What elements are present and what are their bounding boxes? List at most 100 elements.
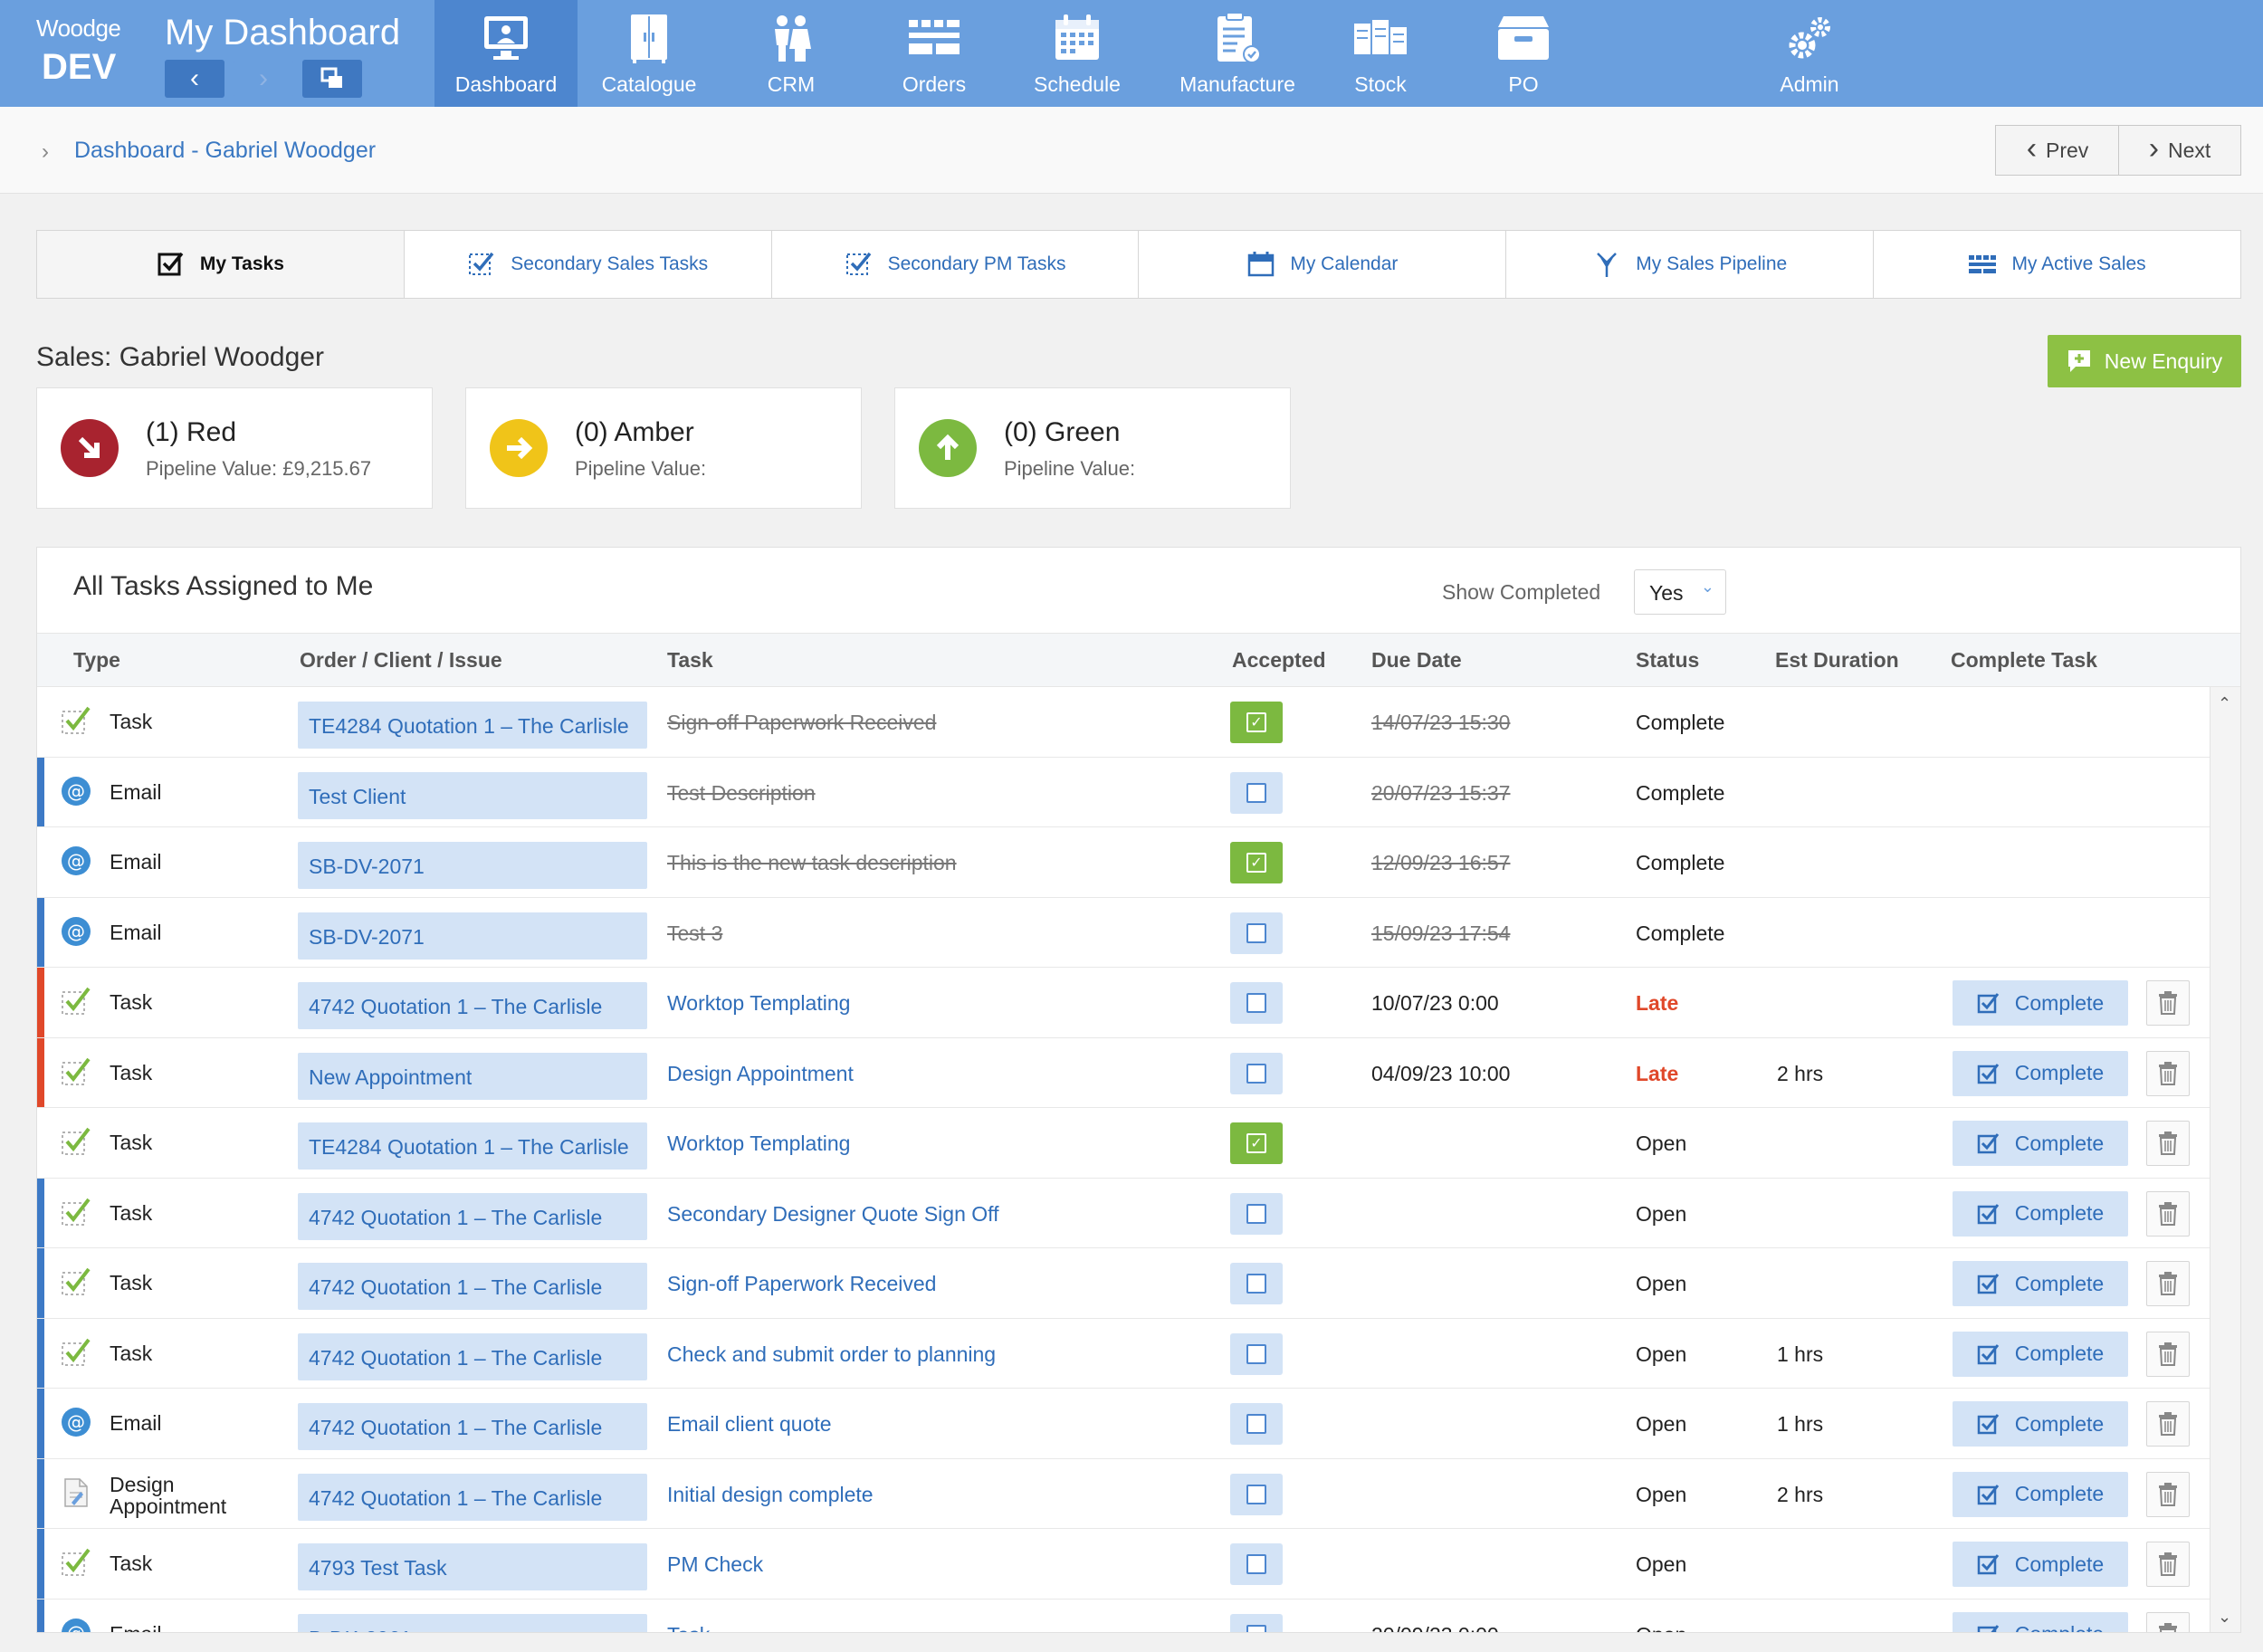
accepted-checkbox[interactable]: ✓ — [1230, 702, 1283, 743]
complete-task-button[interactable]: Complete — [1953, 1331, 2128, 1377]
complete-task-button[interactable]: Complete — [1953, 1050, 2128, 1096]
column-header-type[interactable]: Type — [73, 648, 120, 673]
delete-task-button[interactable] — [2146, 1121, 2190, 1166]
order-link[interactable]: B-DK-2061 — [298, 1613, 647, 1632]
accepted-checkbox[interactable] — [1230, 1473, 1283, 1515]
delete-task-button[interactable] — [2146, 1261, 2190, 1306]
summary-card-red[interactable]: (1) Red Pipeline Value: £9,215.67 — [36, 387, 433, 509]
table-row[interactable]: Task 4742 Quotation 1 – The Carlisle Secon… — [37, 1178, 2210, 1248]
task-link[interactable]: Initial design complete — [667, 1483, 874, 1507]
delete-task-button[interactable] — [2146, 1190, 2190, 1237]
complete-task-button[interactable]: Complete — [1953, 1611, 2128, 1632]
column-header-complete-task[interactable]: Complete Task — [1951, 648, 2097, 673]
breadcrumb[interactable]: Dashboard - Gabriel Woodger — [74, 138, 376, 164]
tab-my-calendar[interactable]: My Calendar — [1138, 231, 1505, 298]
table-row[interactable]: @ Email SB-DV-2071 Test 3 15/09/23 17:54 Comp… — [37, 897, 2210, 968]
accepted-checkbox[interactable] — [1230, 771, 1283, 814]
order-link[interactable]: TE4284 Quotation 1 – The Carlisle — [298, 702, 647, 749]
table-row[interactable]: Design Appointment 4742 Quotation 1 – The… — [37, 1458, 2210, 1529]
task-link[interactable]: PM Check — [667, 1552, 763, 1577]
table-row[interactable]: @ Email B-DK-2061 Task 20/09/23 0:00 Open Comp… — [37, 1599, 2210, 1633]
task-link[interactable]: Secondary Designer Quote Sign Off — [667, 1202, 999, 1227]
column-header-status[interactable]: Status — [1636, 648, 1699, 673]
nav-item-catalogue[interactable]: Catalogue — [578, 0, 721, 107]
table-row[interactable]: Task New Appointment Design Appointment 04/… — [37, 1037, 2210, 1108]
column-header-task[interactable]: Task — [667, 648, 713, 673]
table-row[interactable]: @ Email SB-DV-2071 This is the new task des… — [37, 827, 2210, 898]
delete-task-button[interactable] — [2146, 1611, 2190, 1632]
order-link[interactable]: SB-DV-2071 — [298, 842, 647, 889]
complete-task-button[interactable]: Complete — [1953, 1121, 2128, 1166]
delete-task-button[interactable] — [2146, 1471, 2190, 1517]
new-window-button[interactable] — [302, 60, 362, 98]
next-button[interactable]: › Next — [2118, 125, 2241, 176]
accepted-checkbox[interactable] — [1230, 1543, 1283, 1585]
accepted-checkbox[interactable] — [1230, 1263, 1283, 1304]
order-link[interactable]: 4793 Test Task — [298, 1543, 647, 1590]
order-link[interactable]: 4742 Quotation 1 – The Carlisle — [298, 1403, 647, 1450]
delete-task-button[interactable] — [2146, 1401, 2190, 1447]
task-link[interactable]: Task — [667, 1623, 710, 1633]
delete-task-button[interactable] — [2146, 1050, 2190, 1096]
nav-item-crm[interactable]: CRM — [720, 0, 863, 107]
accepted-checkbox[interactable] — [1230, 1332, 1283, 1375]
table-row[interactable]: Task TE4284 Quotation 1 – The Carlisle Sig… — [37, 687, 2210, 758]
accepted-checkbox[interactable] — [1230, 982, 1283, 1024]
task-link[interactable]: Test Description — [667, 781, 816, 806]
summary-card-green[interactable]: (0) Green Pipeline Value: — [894, 387, 1291, 509]
new-enquiry-button[interactable]: New Enquiry — [2048, 335, 2241, 387]
task-link[interactable]: Worktop Templating — [667, 991, 850, 1016]
nav-item-manufacture[interactable]: Manufacture — [1166, 0, 1309, 107]
order-link[interactable]: 4742 Quotation 1 – The Carlisle — [298, 1332, 647, 1380]
delete-task-button[interactable] — [2146, 1331, 2190, 1377]
table-row[interactable]: @ Email Test Client Test Description 20/07/2… — [37, 757, 2210, 827]
complete-task-button[interactable]: Complete — [1953, 1261, 2128, 1306]
task-link[interactable]: Check and submit order to planning — [667, 1342, 996, 1367]
scroll-down-icon[interactable]: ⌄ — [2218, 1608, 2231, 1627]
table-row[interactable]: Task 4793 Test Task PM Check Open Complete — [37, 1529, 2210, 1599]
nav-item-dashboard[interactable]: Dashboard — [434, 0, 578, 107]
table-row[interactable]: Task TE4284 Quotation 1 – The Carlisle Wor… — [37, 1108, 2210, 1179]
task-link[interactable]: Test 3 — [667, 921, 722, 946]
forward-button[interactable]: › — [234, 60, 293, 98]
column-header-due-date[interactable]: Due Date — [1371, 648, 1462, 673]
accepted-checkbox[interactable] — [1230, 1613, 1283, 1632]
table-scrollbar[interactable]: ⌃ ⌄ — [2210, 687, 2240, 1632]
column-header-order[interactable]: Order / Client / Issue — [300, 648, 502, 673]
complete-task-button[interactable]: Complete — [1953, 1542, 2128, 1587]
accepted-checkbox[interactable] — [1230, 1192, 1283, 1235]
column-header-est-duration[interactable]: Est Duration — [1775, 648, 1899, 673]
order-link[interactable]: 4742 Quotation 1 – The Carlisle — [298, 1192, 647, 1240]
task-link[interactable]: Sign-off Paperwork Received — [667, 1272, 936, 1296]
complete-task-button[interactable]: Complete — [1953, 1471, 2128, 1517]
tab-secondary-sales-tasks[interactable]: Secondary Sales Tasks — [403, 231, 771, 298]
task-link[interactable]: Worktop Templating — [667, 1132, 850, 1156]
accepted-checkbox[interactable] — [1230, 1403, 1283, 1445]
accepted-checkbox[interactable]: ✓ — [1230, 1122, 1283, 1164]
order-link[interactable]: Test Client — [298, 771, 647, 819]
order-link[interactable]: New Appointment — [298, 1052, 647, 1100]
accepted-checkbox[interactable] — [1230, 912, 1283, 954]
table-row[interactable]: @ Email 4742 Quotation 1 – The Carlisle Ema… — [37, 1389, 2210, 1459]
summary-card-amber[interactable]: (0) Amber Pipeline Value: — [465, 387, 862, 509]
accepted-checkbox[interactable] — [1230, 1052, 1283, 1094]
column-header-accepted[interactable]: Accepted — [1232, 648, 1326, 673]
task-link[interactable]: Sign-off Paperwork Received — [667, 711, 936, 735]
nav-item-po[interactable]: PO — [1452, 0, 1595, 107]
order-link[interactable]: SB-DV-2071 — [298, 912, 647, 960]
tab-secondary-pm-tasks[interactable]: Secondary PM Tasks — [770, 231, 1139, 298]
order-link[interactable]: TE4284 Quotation 1 – The Carlisle — [298, 1122, 647, 1170]
table-row[interactable]: Task 4742 Quotation 1 – The Carlisle Check… — [37, 1318, 2210, 1389]
order-link[interactable]: 4742 Quotation 1 – The Carlisle — [298, 982, 647, 1029]
table-row[interactable]: Task 4742 Quotation 1 – The Carlisle Workt… — [37, 968, 2210, 1038]
complete-task-button[interactable]: Complete — [1953, 1401, 2128, 1447]
accepted-checkbox[interactable]: ✓ — [1230, 842, 1283, 883]
nav-item-admin[interactable]: Admin — [1738, 0, 1881, 107]
back-button[interactable]: ‹ — [165, 60, 224, 98]
table-row[interactable]: Task 4742 Quotation 1 – The Carlisle Sign-… — [37, 1248, 2210, 1319]
task-link[interactable]: Email client quote — [667, 1412, 832, 1437]
complete-task-button[interactable]: Complete — [1953, 980, 2128, 1026]
nav-item-schedule[interactable]: Schedule — [1006, 0, 1149, 107]
tab-my-sales-pipeline[interactable]: My Sales Pipeline — [1505, 231, 1873, 298]
show-completed-select[interactable]: Yes ⌄ — [1634, 569, 1726, 615]
